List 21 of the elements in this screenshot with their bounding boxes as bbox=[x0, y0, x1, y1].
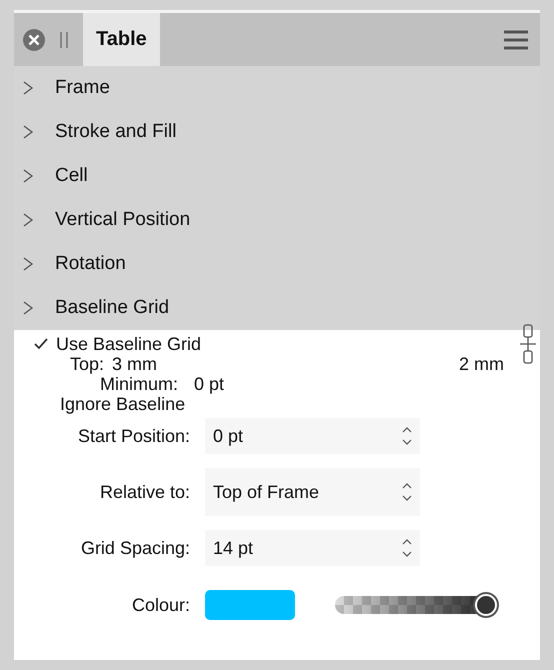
section-header[interactable]: Vertical Position bbox=[55, 209, 190, 231]
section-header[interactable]: Cell bbox=[55, 165, 88, 187]
field-label: Colour: bbox=[130, 594, 190, 616]
field-label: Start Position: bbox=[76, 426, 190, 446]
checkbox-label[interactable]: Ignore Baseline bbox=[60, 394, 186, 414]
field-label: Grid Spacing: bbox=[80, 538, 190, 558]
field-label: Minimum: bbox=[100, 374, 178, 394]
section-header[interactable]: Baseline Grid bbox=[55, 297, 170, 319]
section-header[interactable]: Stroke and Fill bbox=[55, 121, 176, 143]
spin-field[interactable]: 0 pt bbox=[205, 418, 420, 454]
dropdown[interactable]: Top of Frame bbox=[205, 468, 420, 516]
spin-field[interactable]: 14 pt bbox=[205, 530, 420, 566]
checkbox-label[interactable]: Use Baseline Grid bbox=[56, 334, 202, 354]
value-text[interactable]: 2 mm bbox=[459, 354, 504, 374]
field-label: Top: bbox=[70, 354, 104, 374]
section-header[interactable]: Frame bbox=[55, 77, 110, 99]
value-text[interactable]: 3 mm bbox=[112, 354, 158, 374]
panel-tab[interactable]: Table bbox=[83, 13, 160, 66]
field-label: Relative to: bbox=[98, 482, 190, 502]
section-header[interactable]: Rotation bbox=[55, 253, 126, 275]
value-text[interactable]: 0 pt bbox=[194, 374, 224, 394]
